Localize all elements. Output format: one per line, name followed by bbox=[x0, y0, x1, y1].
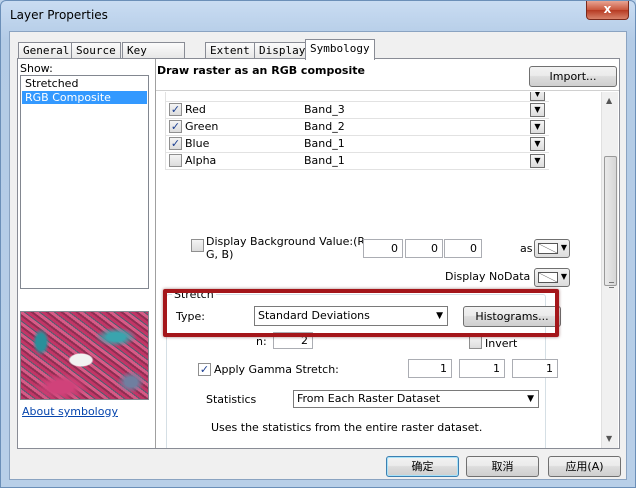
show-item-rgb-composite[interactable]: RGB Composite bbox=[22, 91, 147, 104]
band-channel-name: Blue bbox=[185, 137, 210, 150]
chevron-down-icon[interactable]: ▼ bbox=[530, 120, 545, 134]
nodata-label: Display NoData as bbox=[445, 270, 547, 283]
show-label: Show: bbox=[20, 62, 53, 75]
table-row: ✓ Blue Band_1 ▼ bbox=[165, 136, 549, 153]
apply-gamma-checkbox[interactable]: ✓ bbox=[198, 363, 211, 376]
import-button[interactable]: Import... bbox=[529, 66, 617, 87]
statistics-value: From Each Raster Dataset bbox=[297, 392, 441, 405]
tab-key-metadata[interactable]: Key Metadata bbox=[122, 42, 185, 73]
band-value[interactable]: Band_3 bbox=[304, 103, 345, 116]
show-list: Stretched RGB Composite bbox=[20, 75, 149, 289]
tab-symbology[interactable]: Symbology bbox=[305, 39, 375, 60]
band-table: ▼ ✓ Red Band_3 ▼ ✓ Green Band_2 ▼ ✓ Blue… bbox=[165, 92, 549, 170]
apply-gamma-label: Apply Gamma Stretch: bbox=[214, 363, 339, 376]
gamma-r-input[interactable]: 1 bbox=[408, 359, 452, 378]
invert-label: Invert bbox=[485, 337, 518, 350]
table-row: ✓ Red Band_3 ▼ bbox=[165, 102, 549, 119]
raster-preview-image bbox=[20, 311, 149, 400]
blue-checkbox[interactable]: ✓ bbox=[169, 137, 182, 150]
green-checkbox[interactable]: ✓ bbox=[169, 120, 182, 133]
tab-extent[interactable]: Extent bbox=[205, 42, 255, 59]
alpha-checkbox[interactable] bbox=[169, 154, 182, 167]
about-symbology-link[interactable]: About symbology bbox=[22, 405, 118, 418]
apply-button[interactable]: 应用(A) bbox=[548, 456, 621, 477]
scrollbar-thumb[interactable] bbox=[604, 156, 617, 288]
nodata-color-picker[interactable]: ▼ bbox=[534, 268, 570, 287]
no-color-swatch-icon bbox=[538, 272, 558, 283]
symbology-tab-panel: Show: Stretched RGB Composite About symb… bbox=[17, 58, 620, 449]
red-checkbox[interactable]: ✓ bbox=[169, 103, 182, 116]
band-value[interactable]: Band_2 bbox=[304, 120, 345, 133]
display-background-checkbox[interactable] bbox=[191, 239, 204, 252]
window-title: Layer Properties bbox=[10, 8, 108, 22]
table-row: ✓ Green Band_2 ▼ bbox=[165, 119, 549, 136]
grip-icon bbox=[609, 282, 614, 288]
background-g-input[interactable]: 0 bbox=[405, 239, 443, 258]
dialog-client-area: General Source Key Metadata Extent Displ… bbox=[9, 31, 627, 480]
table-row: ▼ bbox=[165, 92, 549, 102]
band-value[interactable]: Band_1 bbox=[304, 137, 345, 150]
renderer-title: Draw raster as an RGB composite bbox=[157, 64, 365, 77]
chevron-down-icon[interactable]: ▼ bbox=[530, 92, 545, 101]
background-color-picker[interactable]: ▼ bbox=[534, 239, 570, 258]
statistics-label: Statistics bbox=[206, 393, 257, 406]
background-r-input[interactable]: 0 bbox=[363, 239, 403, 258]
tab-source[interactable]: Source bbox=[71, 42, 121, 59]
statistics-select[interactable]: From Each Raster Dataset ▼ bbox=[293, 390, 539, 408]
band-channel-name: Green bbox=[185, 120, 219, 133]
title-bar[interactable]: Layer Properties x bbox=[1, 1, 635, 31]
band-value[interactable]: Band_1 bbox=[304, 154, 345, 167]
close-button[interactable]: x bbox=[586, 1, 629, 20]
chevron-down-icon: ▼ bbox=[560, 243, 567, 252]
statistics-description: Uses the statistics from the entire rast… bbox=[211, 421, 483, 434]
band-channel-name: Alpha bbox=[185, 154, 217, 167]
ok-button[interactable]: 确定 bbox=[386, 456, 459, 477]
renderer-settings-area: ▼ ✓ Red Band_3 ▼ ✓ Green Band_2 ▼ ✓ Blue… bbox=[156, 92, 619, 448]
renderer-header: Draw raster as an RGB composite Import..… bbox=[156, 59, 619, 91]
scroll-down-icon[interactable]: ▼ bbox=[606, 434, 612, 443]
display-background-label-cont: G, B) bbox=[206, 248, 234, 261]
band-channel-name: Red bbox=[185, 103, 206, 116]
background-b-input[interactable]: 0 bbox=[444, 239, 482, 258]
cancel-button[interactable]: 取消 bbox=[466, 456, 539, 477]
vertical-scrollbar[interactable]: ▲ ▼ bbox=[601, 92, 618, 448]
no-color-swatch-icon bbox=[538, 243, 558, 254]
annotation-highlight-box bbox=[163, 289, 559, 337]
layer-properties-window: Layer Properties x General Source Key Me… bbox=[0, 0, 636, 488]
tab-display[interactable]: Display bbox=[254, 42, 311, 59]
display-background-label: Display Background Value:(R, bbox=[206, 235, 369, 248]
table-row: Alpha Band_1 ▼ bbox=[165, 153, 549, 170]
chevron-down-icon[interactable]: ▼ bbox=[530, 154, 545, 168]
chevron-down-icon: ▼ bbox=[527, 394, 534, 404]
gamma-b-input[interactable]: 1 bbox=[512, 359, 558, 378]
show-item-stretched[interactable]: Stretched bbox=[22, 77, 147, 90]
chevron-down-icon: ▼ bbox=[560, 272, 567, 281]
chevron-down-icon[interactable]: ▼ bbox=[530, 103, 545, 117]
chevron-down-icon[interactable]: ▼ bbox=[530, 137, 545, 151]
scroll-up-icon[interactable]: ▲ bbox=[606, 96, 612, 105]
as-label: as bbox=[520, 242, 533, 255]
tab-general[interactable]: General bbox=[18, 42, 75, 59]
invert-checkbox[interactable] bbox=[469, 336, 482, 349]
gamma-g-input[interactable]: 1 bbox=[459, 359, 505, 378]
